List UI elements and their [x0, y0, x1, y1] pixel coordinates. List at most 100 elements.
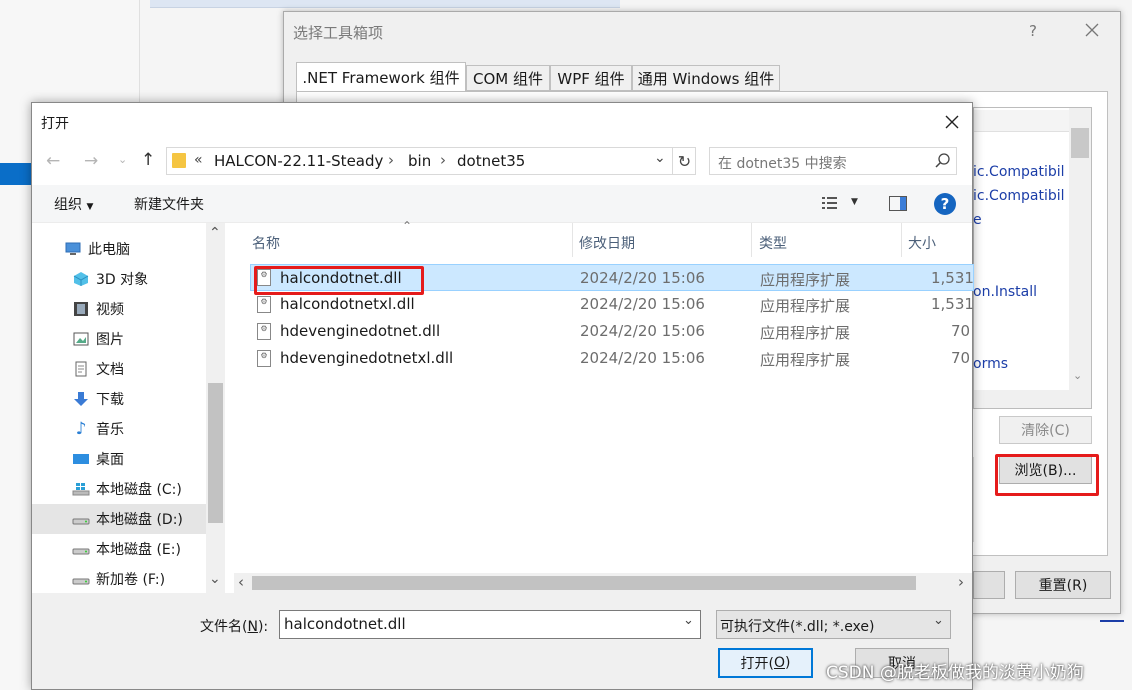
tree-item-label: 本地磁盘 (E:) — [96, 542, 181, 558]
file-dll-icon: ⚙ — [257, 296, 271, 313]
tree-item-this-pc[interactable]: 此电脑 — [32, 234, 206, 264]
list-hscrollbar[interactable] — [974, 390, 1069, 408]
ide-selection-strip — [0, 163, 32, 185]
column-separator — [751, 223, 752, 257]
picture-icon — [72, 331, 90, 347]
tree-item-label: 文档 — [96, 362, 124, 378]
column-header-size[interactable]: 大小 — [908, 227, 936, 259]
chevron-down-icon[interactable]: ⌄ — [209, 571, 221, 587]
chevron-right-icon[interactable]: › — [958, 573, 964, 591]
view-dropdown-icon[interactable]: ▼ — [851, 197, 858, 207]
open-button[interactable]: 打开(O) — [718, 648, 813, 678]
list-item[interactable]: orms — [973, 356, 1008, 372]
tree-item-label: 新加卷 (F:) — [96, 572, 166, 588]
open-button-key: O — [773, 655, 786, 671]
up-arrow-icon[interactable]: ↑ — [141, 150, 155, 170]
chevron-up-icon[interactable]: ⌃ — [209, 225, 221, 241]
file-dll-icon: ⚙ — [257, 323, 271, 340]
tree-item-label: 桌面 — [96, 452, 124, 468]
tab-com[interactable]: COM 组件 — [466, 65, 550, 91]
music-icon: ♪ — [75, 419, 87, 439]
address-dropdown-icon[interactable]: ⌄ — [654, 150, 666, 166]
tree-item-drive-c[interactable]: 本地磁盘 (C:) — [32, 474, 206, 504]
ide-right-scroll-marker — [1100, 620, 1124, 622]
tab-dotnet[interactable]: .NET Framework 组件 — [296, 62, 466, 92]
tree-scroll-thumb[interactable] — [208, 383, 223, 523]
tree-item-documents[interactable]: 文档 — [32, 354, 206, 384]
search-icon[interactable] — [934, 152, 952, 170]
forward-arrow-icon[interactable]: → — [84, 151, 98, 171]
organize-button[interactable]: 组织 ▼ — [54, 194, 93, 214]
filename-label-key: N — [247, 619, 258, 635]
tree-item-music[interactable]: ♪ 音乐 — [32, 414, 206, 444]
back-arrow-icon[interactable]: ← — [46, 151, 60, 171]
tree-item-drive-f[interactable]: 新加卷 (F:) — [32, 564, 206, 594]
file-name: halcondotnetxl.dll — [280, 295, 415, 313]
filename-value: halcondotnet.dll — [284, 615, 406, 633]
tree-item-videos[interactable]: 视频 — [32, 294, 206, 324]
file-type-dropdown-icon[interactable]: ⌄ — [933, 613, 944, 628]
file-type: 应用程序扩展 — [760, 271, 851, 289]
close-icon[interactable] — [1082, 20, 1102, 40]
tree-item-pictures[interactable]: 图片 — [32, 324, 206, 354]
open-dialog: 打开 ← → ⌄ ↑ « HALCON-22.11-Steady › bin ›… — [31, 102, 974, 690]
tab-wpf[interactable]: WPF 组件 — [550, 65, 632, 91]
tree-item-drive-e[interactable]: 本地磁盘 (E:) — [32, 534, 206, 564]
file-date: 2024/2/20 15:06 — [580, 295, 705, 313]
recent-chevron-icon[interactable]: ⌄ — [118, 153, 127, 166]
tree-item-label: 本地磁盘 (C:) — [96, 482, 182, 498]
drive-icon — [72, 571, 90, 587]
breadcrumb-prefix[interactable]: « — [194, 152, 203, 168]
breadcrumb-item[interactable]: dotnet35 — [457, 152, 525, 170]
column-header-type[interactable]: 类型 — [759, 227, 787, 259]
system-drive-icon — [72, 481, 90, 497]
chevron-left-icon[interactable]: ‹ — [238, 573, 244, 591]
list-item[interactable]: ic.Compatibil — [973, 188, 1065, 204]
list-scroll-thumb[interactable] — [1071, 128, 1089, 158]
file-list-scroll-thumb[interactable] — [252, 576, 916, 590]
sort-indicator-icon: ⌃ — [402, 219, 413, 233]
table-row[interactable]: ⚙ halcondotnetxl.dll 2024/2/20 15:06 应用程… — [250, 291, 974, 318]
refresh-icon[interactable]: ↻ — [672, 147, 696, 175]
chevron-down-icon[interactable]: ⌄ — [1073, 369, 1082, 382]
table-row[interactable]: ⚙ hdevenginedotnet.dll 2024/2/20 15:06 应… — [250, 318, 974, 345]
reset-button[interactable]: 重置(R) — [1015, 571, 1111, 599]
column-header-name[interactable]: 名称 — [252, 227, 280, 259]
file-type: 应用程序扩展 — [760, 297, 851, 315]
help-button[interactable]: ? — [1029, 22, 1037, 40]
help-icon[interactable]: ? — [934, 193, 956, 215]
group-box — [973, 457, 989, 542]
tree-item-desktop[interactable]: 桌面 — [32, 444, 206, 474]
tree-item-drive-d[interactable]: 本地磁盘 (D:) — [32, 504, 206, 534]
file-date: 2024/2/20 15:06 — [580, 322, 705, 340]
chevron-down-icon: ▼ — [86, 202, 94, 212]
tree-item-3d-objects[interactable]: 3D 对象 — [32, 264, 206, 294]
column-header-date[interactable]: 修改日期 — [579, 227, 635, 259]
table-row[interactable]: ⚙ hdevenginedotnetxl.dll 2024/2/20 15:06… — [250, 345, 974, 372]
breadcrumb-item[interactable]: HALCON-22.11-Steady — [214, 152, 383, 170]
list-item[interactable]: ic.Compatibil — [973, 164, 1065, 180]
list-item[interactable]: on.Install — [973, 284, 1037, 300]
tree-item-label: 3D 对象 — [96, 272, 149, 288]
tree-item-downloads[interactable]: 下载 — [32, 384, 206, 414]
partial-button[interactable] — [973, 571, 1005, 599]
tab-uwp[interactable]: 通用 Windows 组件 — [632, 65, 780, 91]
close-icon[interactable] — [941, 111, 963, 133]
list-column-header — [974, 110, 1069, 132]
filename-label-pre: 文件名( — [200, 619, 248, 635]
breadcrumb-item[interactable]: bin — [408, 152, 431, 170]
toolbox-title: 选择工具箱项 — [293, 24, 384, 42]
navigation-pane: 此电脑 3D 对象 视频 图片 文档 下载 ♪ 音乐 桌面 本地磁盘 (C:) 本… — [32, 223, 226, 593]
watermark: CSDN @脱老板做我的淡黄小奶狗 — [826, 663, 1084, 683]
clear-button[interactable]: 清除(C) — [999, 416, 1092, 444]
file-name: hdevenginedotnetxl.dll — [280, 349, 454, 367]
view-options-icon[interactable] — [821, 195, 841, 211]
preview-pane-icon[interactable] — [889, 196, 907, 211]
filename-dropdown-icon[interactable]: ⌄ — [683, 613, 694, 628]
new-folder-button[interactable]: 新建文件夹 — [134, 194, 204, 214]
document-icon — [72, 361, 90, 377]
list-item[interactable]: e — [973, 212, 982, 228]
film-icon — [72, 301, 90, 317]
tree-item-label: 此电脑 — [88, 242, 130, 258]
file-size: 70 — [951, 322, 971, 340]
